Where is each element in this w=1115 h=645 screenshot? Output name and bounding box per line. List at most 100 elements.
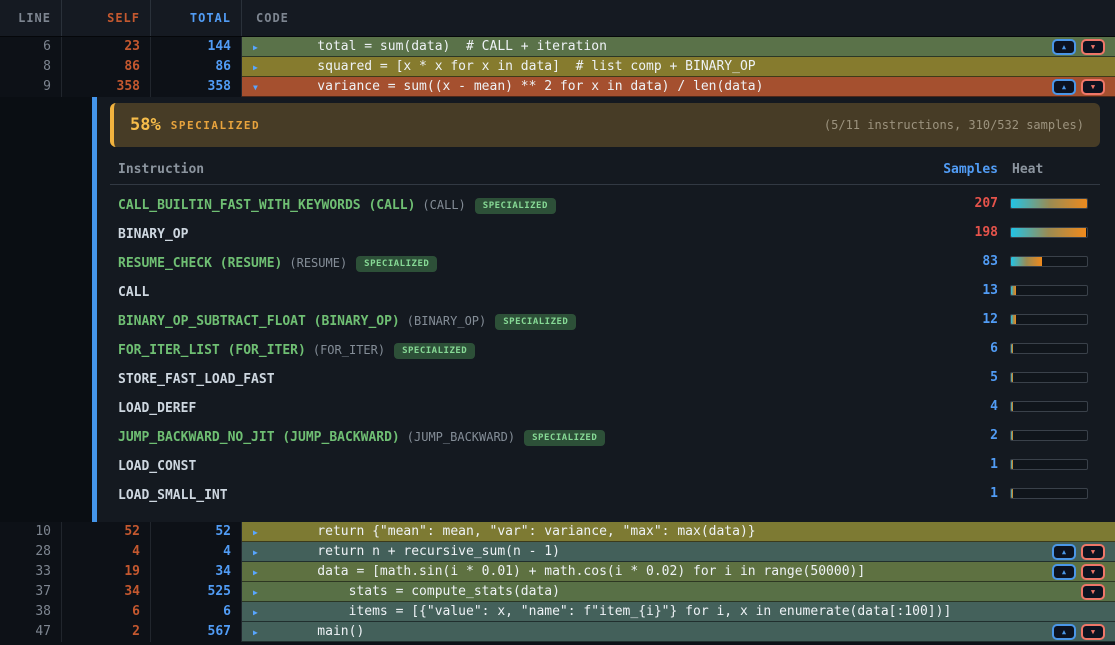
heat-column-header: Heat [1010,162,1100,177]
code-row: 331934▶ data = [math.sin(i * 0.01) + mat… [0,562,1115,582]
column-header-total: TOTAL [151,0,242,36]
heat-cell [1010,314,1100,325]
expand-expander-icon[interactable]: ▶ [253,57,258,77]
move-down-button[interactable]: ▼ [1081,39,1105,55]
instruction-name-cell: JUMP_BACKWARD_NO_JIT (JUMP_BACKWARD)(JUM… [110,426,934,446]
code-cell: ▼ variance = sum((x - mean) ** 2 for x i… [242,77,1115,97]
collapse-expander-icon[interactable]: ▼ [253,77,258,97]
instruction-row: FOR_ITER_LIST (FOR_ITER)(FOR_ITER)SPECIA… [110,334,1100,363]
expand-expander-icon[interactable]: ▶ [253,582,258,602]
code-row: 472567▶ main()▲▼ [0,622,1115,642]
heat-bar-fill [1011,431,1013,440]
code-line: return n + recursive_sum(n - 1) [242,542,1115,562]
heat-bar [1010,314,1088,325]
heat-cell [1010,256,1100,267]
heat-bar [1010,343,1088,354]
heat-bar-fill [1011,489,1013,498]
move-up-button[interactable]: ▲ [1052,79,1076,95]
self-samples-cell: 23 [62,37,151,57]
instruction-name: LOAD_CONST [118,459,196,474]
expand-expander-icon[interactable]: ▶ [253,602,258,622]
instruction-row: STORE_FAST_LOAD_FAST5 [110,363,1100,392]
total-samples-cell: 34 [151,562,242,582]
heat-bar [1010,256,1088,267]
move-up-button[interactable]: ▲ [1052,624,1076,640]
instruction-row: LOAD_DEREF 4 [110,392,1100,421]
heat-bar-fill [1011,228,1086,237]
instruction-name: JUMP_BACKWARD_NO_JIT (JUMP_BACKWARD) [118,430,400,445]
heat-bar-fill [1011,315,1016,324]
instruction-base-name: (RESUME) [289,256,347,270]
specialized-badge: SPECIALIZED [356,256,437,272]
code-cell: ▶ return {"mean": mean, "var": variance,… [242,522,1115,542]
heat-bar-fill [1011,199,1088,208]
expand-expander-icon[interactable]: ▶ [253,562,258,582]
instruction-name: LOAD_DEREF [118,401,196,416]
instruction-name: LOAD_SMALL_INT [118,488,228,503]
move-down-button[interactable]: ▼ [1081,624,1105,640]
line-number-cell: 8 [0,57,62,77]
heat-bar-fill [1011,460,1013,469]
summary-counts: (5/11 instructions, 310/532 samples) [824,118,1084,132]
detail-body: 58% SPECIALIZED (5/11 instructions, 310/… [97,97,1115,522]
row-move-buttons: ▲▼ [1052,39,1105,55]
instruction-name-cell: FOR_ITER_LIST (FOR_ITER)(FOR_ITER)SPECIA… [110,339,934,359]
row-move-buttons: ▼ [1081,584,1105,600]
samples-count: 4 [934,399,998,414]
code-rows-top: 623144▶ total = sum(data) # CALL + itera… [0,37,1115,97]
code-cell: ▶ items = [{"value": x, "name": f"item_{… [242,602,1115,622]
samples-count: 83 [934,254,998,269]
code-line: variance = sum((x - mean) ** 2 for x in … [242,77,1115,97]
heat-bar [1010,285,1088,296]
instruction-base-name: (CALL) [422,198,465,212]
expand-expander-icon[interactable]: ▶ [253,37,258,57]
code-row: 2844▶ return n + recursive_sum(n - 1)▲▼ [0,542,1115,562]
code-cell: ▶ total = sum(data) # CALL + iteration▲▼ [242,37,1115,57]
heat-bar-fill [1011,257,1042,266]
instruction-base-name: (BINARY_OP) [407,314,486,328]
samples-count: 198 [934,225,998,240]
code-line: data = [math.sin(i * 0.01) + math.cos(i … [242,562,1115,582]
move-up-button[interactable]: ▲ [1052,564,1076,580]
samples-count: 1 [934,486,998,501]
code-line: items = [{"value": x, "name": f"item_{i}… [242,602,1115,622]
detail-gutter [0,97,92,522]
expand-expander-icon[interactable]: ▶ [253,622,258,642]
line-number-cell: 37 [0,582,62,602]
heat-bar [1010,459,1088,470]
specialized-badge: SPECIALIZED [495,314,576,330]
heat-bar [1010,488,1088,499]
heat-bar [1010,430,1088,441]
instruction-column-header: Instruction [110,162,934,177]
move-down-button[interactable]: ▼ [1081,79,1105,95]
samples-count: 12 [934,312,998,327]
instruction-name: BINARY_OP [118,227,188,242]
code-row: 9358358▼ variance = sum((x - mean) ** 2 … [0,77,1115,97]
code-cell: ▶ main()▲▼ [242,622,1115,642]
move-up-button[interactable]: ▲ [1052,39,1076,55]
heat-cell [1010,459,1100,470]
move-down-button[interactable]: ▼ [1081,584,1105,600]
column-header-code: CODE [242,0,1115,36]
total-samples-cell: 525 [151,582,242,602]
expand-expander-icon[interactable]: ▶ [253,542,258,562]
total-samples-cell: 567 [151,622,242,642]
row-move-buttons: ▲▼ [1052,624,1105,640]
instruction-name: RESUME_CHECK (RESUME) [118,256,282,271]
instruction-name: CALL [118,285,149,300]
instruction-name-cell: BINARY_OP_SUBTRACT_FLOAT (BINARY_OP) (BIN… [110,310,934,330]
heat-cell [1010,401,1100,412]
total-samples-cell: 6 [151,602,242,622]
move-up-button[interactable]: ▲ [1052,544,1076,560]
move-down-button[interactable]: ▼ [1081,564,1105,580]
heat-cell [1010,488,1100,499]
move-down-button[interactable]: ▼ [1081,544,1105,560]
heat-bar [1010,227,1088,238]
instruction-name: BINARY_OP_SUBTRACT_FLOAT (BINARY_OP) [118,314,400,329]
self-samples-cell: 86 [62,57,151,77]
instruction-name: STORE_FAST_LOAD_FAST [118,372,275,387]
specialization-summary: 58% SPECIALIZED (5/11 instructions, 310/… [110,103,1100,147]
expand-expander-icon[interactable]: ▶ [253,522,258,542]
code-row: 88686▶ squared = [x * x for x in data] #… [0,57,1115,77]
samples-count: 2 [934,428,998,443]
